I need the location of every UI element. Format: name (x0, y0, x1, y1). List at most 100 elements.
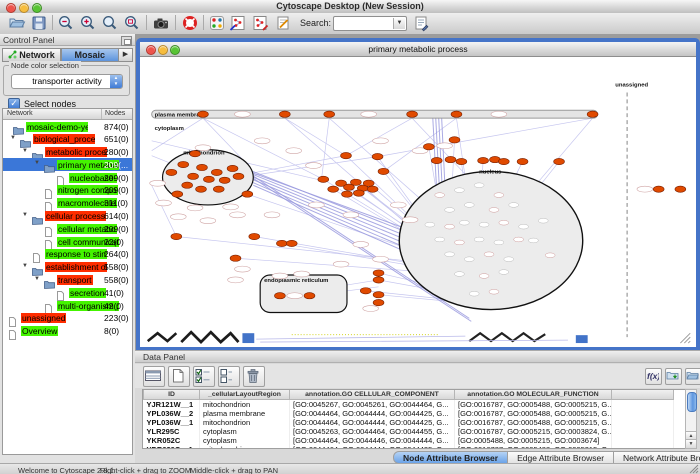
tab-network[interactable]: Network (2, 48, 61, 62)
expand-arrow-icon[interactable]: ▼ (22, 148, 28, 154)
label-node[interactable] (235, 266, 251, 272)
table-column-header[interactable]: _cellularLayoutRegion (200, 390, 290, 400)
float-panel-icon[interactable] (121, 36, 132, 46)
label-node[interactable] (230, 212, 246, 218)
gene-node[interactable] (360, 288, 371, 294)
gene-node[interactable] (378, 168, 389, 174)
label-node[interactable] (150, 180, 166, 186)
gene-node[interactable] (423, 144, 434, 150)
nucleus-node[interactable] (464, 257, 474, 262)
help-button[interactable] (181, 14, 201, 32)
nucleus-node[interactable] (425, 222, 435, 227)
zoom-fit-button[interactable] (123, 14, 143, 32)
gene-node[interactable] (353, 190, 364, 196)
nucleus-node[interactable] (479, 274, 489, 279)
nucleus-node[interactable] (454, 240, 464, 245)
open-session-button[interactable] (8, 14, 28, 32)
gene-node[interactable] (341, 152, 352, 158)
label-node[interactable] (309, 202, 325, 208)
nucleus-node[interactable] (519, 224, 529, 229)
gene-node[interactable] (373, 277, 384, 283)
zoom-out-button[interactable] (57, 14, 77, 32)
nucleus-node[interactable] (435, 193, 445, 198)
gene-node[interactable] (197, 164, 208, 170)
formula-builder-button[interactable]: f(x) (645, 368, 662, 385)
nucleus-node[interactable] (459, 220, 469, 225)
label-node[interactable] (287, 293, 303, 299)
table-row[interactable]: YLR295Ccytoplasm[GO:0045263, GO:0044464,… (144, 427, 674, 436)
gene-node[interactable] (318, 176, 329, 182)
table-row[interactable]: YKR052Ccytoplasm[GO:0044464, GO:0044446,… (144, 436, 674, 445)
create-attribute-button[interactable] (168, 366, 190, 387)
gene-node[interactable] (328, 186, 339, 192)
nucleus-node[interactable] (474, 237, 484, 242)
attribute-table-button[interactable] (143, 366, 165, 387)
gene-node[interactable] (324, 111, 335, 117)
gene-node[interactable] (653, 186, 664, 192)
save-session-button[interactable] (30, 14, 50, 32)
nucleus-node[interactable] (494, 240, 504, 245)
gene-node[interactable] (498, 158, 509, 164)
tab-mosaic[interactable]: Mosaic (61, 48, 120, 62)
scrollbar-thumb[interactable] (687, 392, 697, 412)
gene-node[interactable] (190, 151, 201, 157)
nucleus-node[interactable] (445, 208, 455, 213)
expand-arrow-icon[interactable]: ▼ (22, 263, 28, 269)
table-column-header[interactable]: ID (144, 390, 200, 400)
gene-node[interactable] (363, 180, 374, 186)
tree-row[interactable]: cell communicat22(0) (3, 235, 132, 248)
tree-row[interactable]: cellular metabo209(0) (3, 222, 132, 235)
attribute-table[interactable]: ID_cellularLayoutRegionannotation.GO CEL… (142, 389, 688, 449)
nucleus-compartment[interactable] (399, 171, 582, 309)
label-node[interactable] (272, 273, 288, 279)
label-node[interactable] (333, 261, 349, 267)
label-node[interactable] (170, 214, 186, 220)
label-node[interactable] (390, 202, 406, 208)
unselect-attributes-button[interactable] (218, 366, 240, 387)
gene-node[interactable] (350, 179, 361, 185)
gene-node[interactable] (196, 186, 207, 192)
gene-node[interactable] (213, 186, 224, 192)
label-node[interactable] (187, 205, 203, 211)
table-row[interactable]: YJR121W__1mitochondrion[GO:0045267, GO:0… (144, 400, 674, 410)
tree-column-divider[interactable] (101, 109, 102, 119)
label-node[interactable] (373, 256, 389, 262)
tree-row[interactable]: multi-organism pro42(0) (3, 299, 132, 312)
nucleus-node[interactable] (504, 257, 514, 262)
nucleus-node[interactable] (494, 193, 504, 198)
zoom-in-button[interactable] (79, 14, 99, 32)
gene-node[interactable] (279, 111, 290, 117)
gene-node[interactable] (431, 157, 442, 163)
label-node[interactable] (353, 241, 369, 247)
expand-arrow-icon[interactable]: ▼ (22, 212, 28, 218)
nucleus-node[interactable] (445, 224, 455, 229)
table-row[interactable]: YDR039C__1mitochondrion[GO:0044464, GO:0… (144, 445, 674, 449)
gene-node[interactable] (211, 169, 222, 175)
label-node[interactable] (437, 143, 453, 149)
gene-node[interactable] (178, 161, 189, 167)
nucleus-node[interactable] (469, 291, 479, 296)
gene-node[interactable] (171, 233, 182, 239)
label-node[interactable] (264, 212, 280, 218)
label-node[interactable] (254, 138, 270, 144)
gene-node[interactable] (373, 292, 384, 298)
tree-row[interactable]: ▼cellular process614(0) (3, 210, 132, 223)
nucleus-node[interactable] (489, 289, 499, 294)
gene-node[interactable] (166, 169, 177, 175)
network-window-titlebar[interactable]: primary metabolic process (140, 42, 696, 57)
gene-node[interactable] (182, 182, 193, 188)
tree-row[interactable]: ▼primary metabol209(... (3, 158, 132, 171)
gene-node[interactable] (198, 111, 209, 117)
gene-node[interactable] (449, 137, 460, 143)
tree-row[interactable]: mosaic-demo-yeast874(0) (3, 120, 132, 133)
gene-node[interactable] (276, 240, 287, 246)
gene-node[interactable] (451, 111, 462, 117)
tree-row[interactable]: nucleobase-209(0) (3, 171, 132, 184)
import-network-button[interactable] (229, 14, 249, 32)
table-column-header[interactable]: annotation.GO MOLECULAR_FUNCTION (455, 390, 612, 400)
nucleus-node[interactable] (479, 222, 489, 227)
table-column-header[interactable]: annotation.GO CELLULAR_COMPONENT (290, 390, 455, 400)
gene-node[interactable] (587, 111, 598, 117)
gene-node[interactable] (373, 299, 384, 305)
tree-row[interactable]: Overview8(0) (3, 325, 132, 338)
